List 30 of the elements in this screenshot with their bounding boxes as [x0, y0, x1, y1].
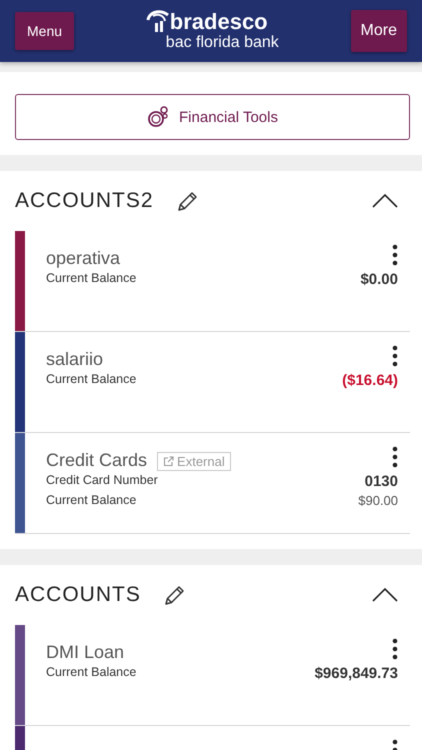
logo-subtitle: bac florida bank	[166, 34, 279, 52]
more-options-icon[interactable]	[392, 638, 398, 660]
more-options-icon[interactable]	[392, 446, 398, 468]
balance-label: Current Balance	[46, 493, 136, 508]
collapse-icon[interactable]	[372, 194, 398, 208]
more-button[interactable]: More	[350, 10, 407, 52]
external-link-icon	[163, 456, 174, 467]
balance-amount: $90.00	[358, 493, 398, 508]
balance-label: Current Balance	[46, 665, 136, 681]
logo-icon	[146, 8, 170, 34]
collapse-icon[interactable]	[372, 588, 398, 602]
balance-label: Current Balance	[46, 271, 136, 287]
section-title: ACCOUNTS2	[15, 189, 154, 213]
account-name[interactable]: Credit Cards	[46, 450, 148, 471]
balance-label: Current Balance	[46, 372, 136, 388]
balance-label: Credit Card Number	[46, 473, 158, 489]
balance-amount: $969,849.73	[314, 665, 398, 682]
more-options-icon[interactable]	[392, 345, 398, 367]
logo-name: bradesco	[170, 10, 268, 34]
badge-label: External	[177, 454, 225, 469]
balance-amount: 0130	[364, 473, 398, 490]
account-name[interactable]: salariio	[46, 349, 104, 370]
section-title: ACCOUNTS	[15, 583, 141, 607]
balance-amount: $0.00	[360, 271, 398, 288]
more-options-icon[interactable]	[392, 244, 398, 266]
financial-tools-button[interactable]: Financial Tools	[15, 94, 410, 140]
menu-button[interactable]: Menu	[15, 12, 74, 50]
account-name[interactable]: DMI Loan	[46, 642, 124, 663]
account-name[interactable]: operativa	[46, 248, 120, 269]
balance-amount: ($16.64)	[342, 372, 398, 389]
